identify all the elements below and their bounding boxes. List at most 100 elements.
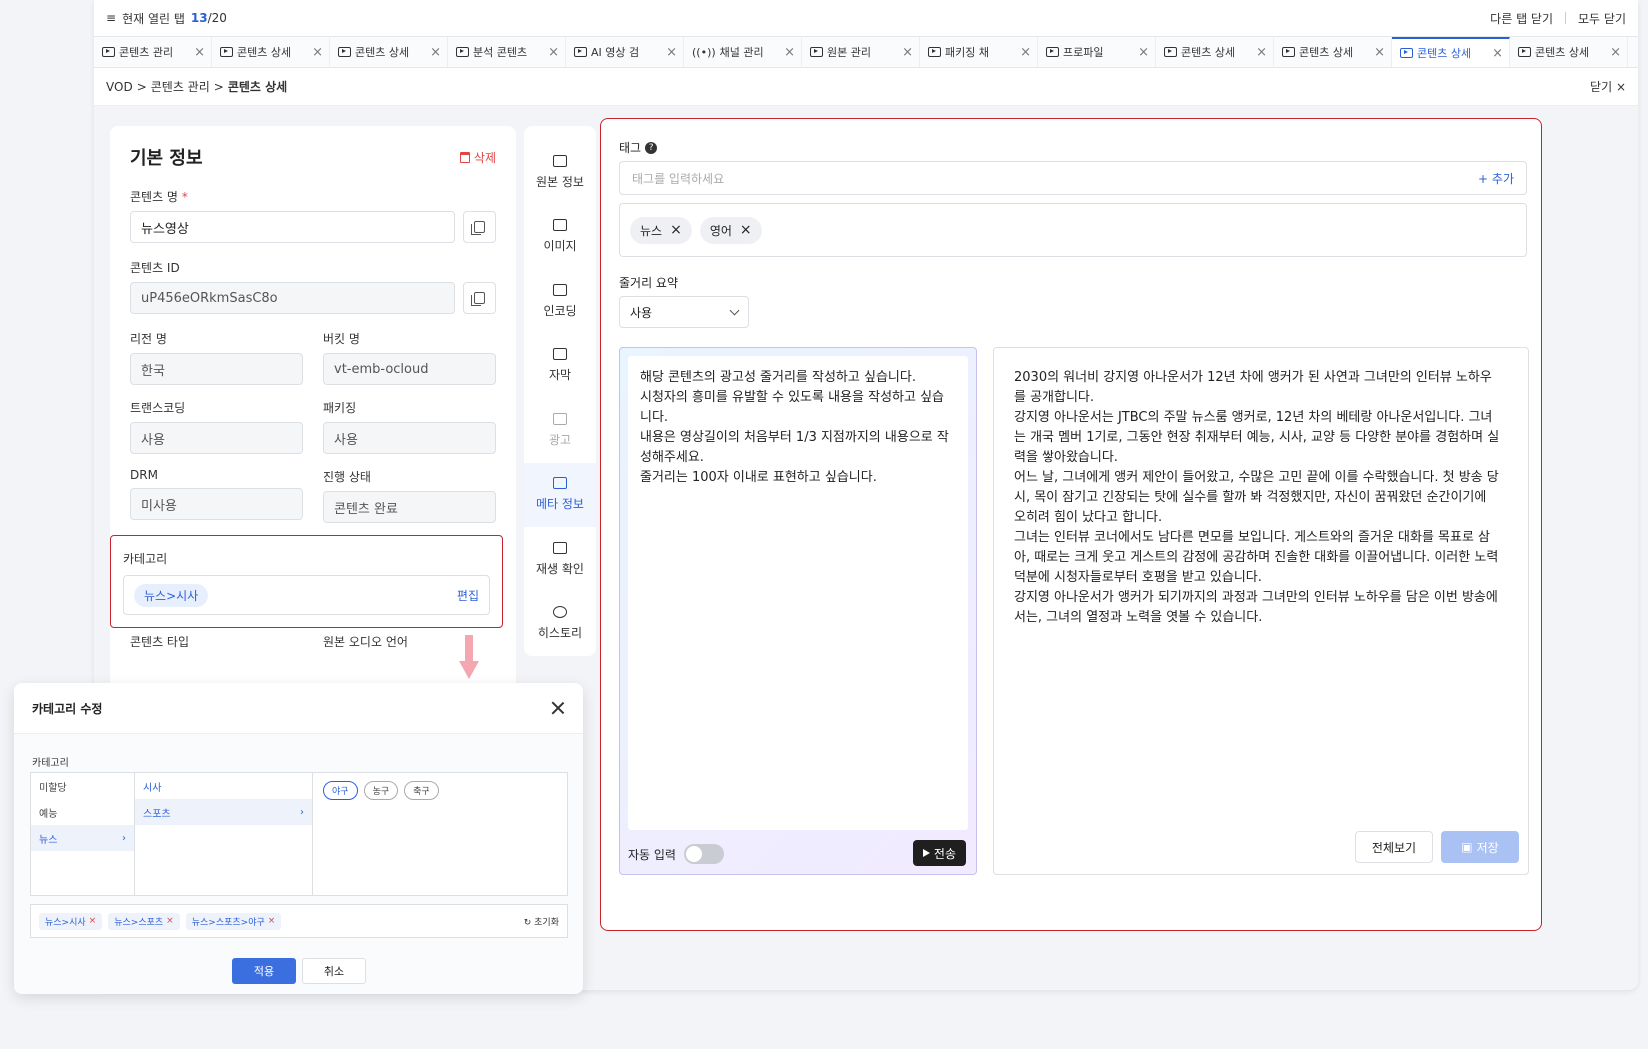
summary-select[interactable]: 사용 <box>619 296 749 328</box>
breadcrumb-current: 콘텐츠 상세 <box>227 80 288 94</box>
breadcrumb-root[interactable]: VOD <box>106 80 133 94</box>
remove-icon[interactable]: × <box>268 916 276 926</box>
nav-image[interactable]: 이미지 <box>524 205 596 270</box>
tab-item[interactable]: 콘텐츠 상세 × <box>1156 37 1274 67</box>
tab-close-icon[interactable]: × <box>666 45 677 60</box>
tab-close-icon[interactable]: × <box>1374 45 1385 60</box>
sport-pill[interactable]: 야구 <box>323 781 358 800</box>
subcategory-item-selected[interactable]: 스포츠 › <box>135 799 312 825</box>
card-title: 기본 정보 <box>130 148 203 169</box>
video-icon <box>1518 47 1531 57</box>
book-icon <box>553 477 567 490</box>
nav-meta-info[interactable]: 메타 정보 <box>524 462 596 527</box>
auto-input-toggle[interactable] <box>683 844 724 864</box>
prompt-textarea[interactable]: 해당 콘텐츠의 광고성 줄거리를 작성하고 싶습니다. 시청자의 흥미를 유발할… <box>628 356 968 830</box>
breadcrumb-parent[interactable]: 콘텐츠 관리 <box>151 78 210 95</box>
breadcrumb: VOD > 콘텐츠 관리 > 콘텐츠 상세 <box>106 78 288 95</box>
tab-close-icon[interactable]: × <box>548 45 559 60</box>
category-item[interactable]: 미할당 <box>31 773 134 799</box>
close-all-tabs-button[interactable]: 모두 닫기 <box>1578 10 1626 27</box>
tab-item[interactable]: AI 영상 검 × <box>566 37 684 67</box>
tab-close-icon[interactable]: × <box>430 45 441 60</box>
summary-result[interactable]: 2030의 워너비 강지영 아나운서가 12년 차에 앵커가 된 사연과 그녀만… <box>993 347 1529 875</box>
tab-close-icon[interactable]: × <box>1256 45 1267 60</box>
detail-sidenav: 원본 정보 이미지 인코딩 자막 광고 메타 정보 재생 확인 히스토리 <box>524 126 596 656</box>
tab-close-icon[interactable]: × <box>784 45 795 60</box>
add-tag-button[interactable]: + 추가 <box>1478 170 1514 187</box>
close-icon[interactable] <box>551 701 565 715</box>
video-icon <box>574 47 587 57</box>
tag-label: 태그 <box>619 141 642 155</box>
video-icon <box>810 47 823 57</box>
remove-icon[interactable]: × <box>166 916 174 926</box>
video-icon <box>220 47 233 57</box>
content-type-label: 콘텐츠 타입 <box>130 635 190 649</box>
save-button[interactable]: ▣ 저장 <box>1441 831 1519 863</box>
summary-label: 줄거리 요약 <box>619 276 679 290</box>
tab-item[interactable]: 콘텐츠 상세 × <box>1510 37 1628 67</box>
source-icon <box>553 154 567 167</box>
broadcast-icon: ((•)) <box>692 45 716 59</box>
content-id-field: uP456eORkmSasC8o <box>130 282 455 314</box>
subcategory-item[interactable]: 시사 <box>135 773 312 799</box>
video-icon <box>102 47 115 57</box>
tab-close-icon[interactable]: × <box>902 45 913 60</box>
remove-icon[interactable]: × <box>89 916 97 926</box>
tab-close-icon[interactable]: × <box>312 45 323 60</box>
nav-ads[interactable]: 광고 <box>524 398 596 463</box>
nav-history[interactable]: 히스토리 <box>524 592 596 657</box>
down-arrow-icon <box>459 635 479 679</box>
meta-info-panel: 태그? 태그를 입력하세요 + 추가 뉴스 × 영어 × 줄거리 요약 사용 해당 … <box>600 118 1542 931</box>
tab-item-active[interactable]: 콘텐츠 상세 × <box>1392 37 1510 67</box>
video-icon <box>338 47 351 57</box>
view-all-button[interactable]: 전체보기 <box>1355 831 1433 863</box>
tag-input[interactable]: 태그를 입력하세요 + 추가 <box>619 161 1527 195</box>
tab-item[interactable]: 콘텐츠 상세 × <box>330 37 448 67</box>
tab-item[interactable]: 콘텐츠 상세 × <box>212 37 330 67</box>
category-item[interactable]: 예능 <box>31 799 134 825</box>
close-other-tabs-button[interactable]: 다른 탭 닫기 <box>1490 10 1553 27</box>
subtitle-icon <box>553 348 567 361</box>
nav-encoding[interactable]: 인코딩 <box>524 269 596 334</box>
tab-close-icon[interactable]: × <box>1020 45 1031 60</box>
tab-item[interactable]: 콘텐츠 관리 × <box>94 37 212 67</box>
tab-close-icon[interactable]: × <box>1610 45 1621 60</box>
video-icon <box>1400 48 1413 58</box>
category-columns: 미할당 예능 뉴스 › 시사 스포츠 › 야구 농구 축구 <box>30 772 568 896</box>
remove-tag-icon[interactable]: × <box>670 222 682 238</box>
nav-playback[interactable]: 재생 확인 <box>524 527 596 592</box>
tabs-stack-icon: ≡ <box>106 11 117 25</box>
tab-close-icon[interactable]: × <box>1138 45 1149 60</box>
tab-item[interactable]: ((•)) 채널 관리 × <box>684 37 802 67</box>
help-icon[interactable]: ? <box>645 141 658 154</box>
apply-button[interactable]: 적용 <box>232 958 296 984</box>
tab-item[interactable]: 원본 관리 × <box>802 37 920 67</box>
tab-item[interactable]: 콘텐츠 상세 × <box>1274 37 1392 67</box>
encoding-icon <box>553 283 567 296</box>
nav-source-info[interactable]: 원본 정보 <box>524 140 596 205</box>
tab-close-icon[interactable]: × <box>1492 46 1503 61</box>
modal-title: 카테고리 수정 <box>32 701 103 716</box>
copy-button[interactable] <box>462 211 496 243</box>
tab-item[interactable]: 패키징 채 × <box>920 37 1038 67</box>
remove-tag-icon[interactable]: × <box>740 222 752 238</box>
selected-chip: 뉴스>시사 × <box>39 912 103 930</box>
sport-pill[interactable]: 농구 <box>363 781 399 800</box>
send-button[interactable]: 전송 <box>912 840 966 866</box>
copy-icon <box>470 221 485 235</box>
category-item-selected[interactable]: 뉴스 › <box>31 825 134 851</box>
copy-button[interactable] <box>462 282 496 314</box>
tag-chip: 뉴스 × <box>630 216 692 244</box>
tab-item[interactable]: 프로파일 × <box>1038 37 1156 67</box>
video-icon <box>1046 47 1059 57</box>
delete-button[interactable]: 삭제 <box>459 149 496 166</box>
cancel-button[interactable]: 취소 <box>302 958 366 984</box>
reset-button[interactable]: ↻ 초기화 <box>524 915 559 928</box>
sport-pill[interactable]: 축구 <box>404 781 439 800</box>
close-page-button[interactable]: 닫기 × <box>1590 78 1626 95</box>
nav-subtitle[interactable]: 자막 <box>524 334 596 399</box>
tab-close-icon[interactable]: × <box>194 45 205 60</box>
edit-category-button[interactable]: 편집 <box>457 587 479 604</box>
tab-item[interactable]: 분석 콘텐츠 × <box>448 37 566 67</box>
content-name-input[interactable]: 뉴스영상 <box>130 211 455 243</box>
